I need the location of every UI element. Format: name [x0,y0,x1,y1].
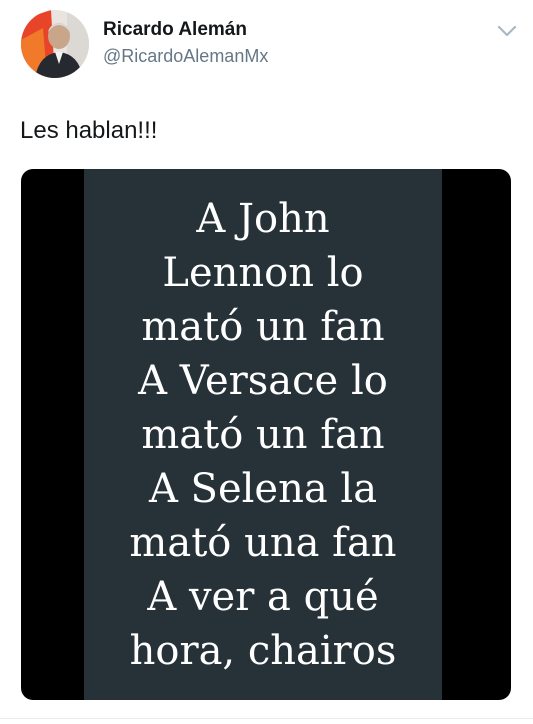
chevron-down-icon[interactable] [497,24,517,38]
meme-line: hora, chairos [129,628,397,674]
meme-line: mató una fan [129,520,397,566]
divider [0,718,533,719]
meme-line: mató un fan [141,412,385,458]
tweet-text: Les hablan!!! [20,117,158,144]
meme-panel: A John Lennon lo mató un fan A Versace l… [84,169,442,700]
tweet-card: Ricardo Alemán @RicardoAlemanMx Les habl… [0,0,533,724]
meme-line: mató un fan [141,304,385,350]
meme-line: A ver a qué [147,574,379,620]
avatar-photo [21,10,89,78]
meme-line: Lennon lo [162,250,364,296]
meme-line: A John [196,196,330,242]
author-handle[interactable]: @RicardoAlemanMx [103,46,268,67]
tweet-media-image[interactable]: A John Lennon lo mató un fan A Versace l… [21,169,511,700]
author-avatar[interactable] [21,10,89,78]
author-name[interactable]: Ricardo Alemán [103,19,247,41]
meme-line: A Versace lo [138,358,388,404]
meme-line: A Selena la [148,466,378,512]
